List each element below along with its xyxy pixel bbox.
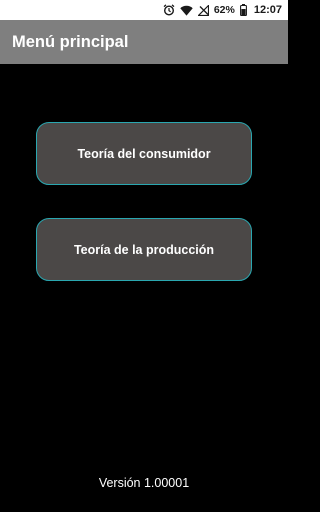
- status-bar: 62% 12:07: [0, 0, 288, 20]
- battery-percent: 62%: [213, 4, 235, 16]
- version-label: Versión 1.00001: [98, 476, 190, 490]
- app-screen: 62% 12:07 Menú principal Teoría del cons…: [0, 0, 288, 512]
- consumer-theory-label: Teoría del consumidor: [77, 146, 211, 161]
- battery-icon: [239, 0, 247, 20]
- production-theory-label: Teoría de la producción: [73, 242, 215, 257]
- page-title: Menú principal: [12, 32, 129, 51]
- signal-off-icon: [197, 0, 209, 20]
- wifi-icon: [180, 0, 193, 20]
- consumer-theory-button[interactable]: Teoría del consumidor: [36, 122, 252, 185]
- app-bar: Menú principal: [0, 20, 288, 64]
- production-theory-button[interactable]: Teoría de la producción: [36, 218, 252, 281]
- status-clock: 12:07: [253, 4, 282, 16]
- alarm-icon: [163, 0, 175, 20]
